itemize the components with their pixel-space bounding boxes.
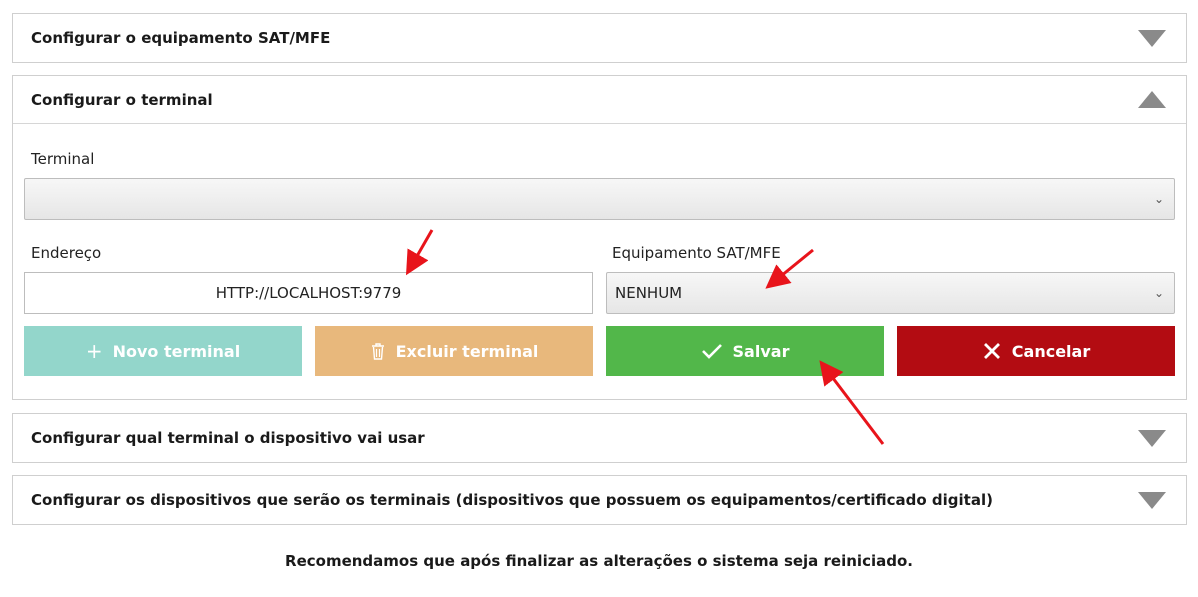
collapse-arrow-icon[interactable] bbox=[1138, 91, 1166, 108]
address-label: Endereço bbox=[31, 244, 102, 262]
delete-terminal-button[interactable]: Excluir terminal bbox=[315, 326, 593, 376]
cancel-label: Cancelar bbox=[1011, 341, 1091, 361]
panel-sat-config-title: Configurar o equipamento SAT/MFE bbox=[31, 29, 331, 47]
save-button[interactable]: Salvar bbox=[606, 326, 884, 376]
chevron-down-icon: ⌄ bbox=[1153, 286, 1164, 300]
close-icon bbox=[983, 343, 1000, 359]
cancel-button[interactable]: Cancelar bbox=[897, 326, 1175, 376]
equipment-select-value: NENHUM bbox=[615, 284, 683, 302]
expand-arrow-icon[interactable] bbox=[1138, 491, 1166, 509]
trash-icon bbox=[371, 343, 384, 360]
panel-terminal-config-title: Configurar o terminal bbox=[31, 90, 213, 109]
panel-devices-title: Configurar os dispositivos que serão os … bbox=[31, 491, 993, 509]
panel-devices: Configurar os dispositivos que serão os … bbox=[12, 475, 1187, 525]
equipment-select[interactable]: NENHUM ⌄ bbox=[606, 272, 1175, 314]
panel-device-terminal-title: Configurar qual terminal o dispositivo v… bbox=[31, 429, 425, 447]
restart-recommendation: Recomendamos que após finalizar as alter… bbox=[285, 552, 913, 570]
panel-terminal-config: Configurar o terminal Terminal ⌄ Endereç… bbox=[12, 75, 1187, 400]
panel-device-terminal: Configurar qual terminal o dispositivo v… bbox=[12, 413, 1187, 463]
delete-terminal-label: Excluir terminal bbox=[395, 341, 539, 361]
panel-sat-config-header[interactable]: Configurar o equipamento SAT/MFE bbox=[13, 14, 1186, 62]
panel-terminal-config-header[interactable]: Configurar o terminal bbox=[13, 76, 1186, 124]
terminal-label: Terminal bbox=[31, 150, 95, 168]
expand-arrow-icon[interactable] bbox=[1138, 29, 1166, 47]
chevron-down-icon: ⌄ bbox=[1153, 192, 1164, 206]
equipment-label: Equipamento SAT/MFE bbox=[612, 244, 781, 262]
panel-device-terminal-header[interactable]: Configurar qual terminal o dispositivo v… bbox=[13, 414, 1186, 462]
panel-devices-header[interactable]: Configurar os dispositivos que serão os … bbox=[13, 476, 1186, 524]
panel-sat-config: Configurar o equipamento SAT/MFE bbox=[12, 13, 1187, 63]
plus-icon: + bbox=[85, 339, 103, 363]
address-input[interactable]: HTTP://LOCALHOST:9779 bbox=[24, 272, 593, 314]
terminal-select[interactable]: ⌄ bbox=[24, 178, 1175, 220]
checkmark-icon bbox=[701, 344, 722, 359]
new-terminal-label: Novo terminal bbox=[112, 341, 241, 361]
address-input-value: HTTP://LOCALHOST:9779 bbox=[215, 284, 402, 302]
expand-arrow-icon[interactable] bbox=[1138, 429, 1166, 447]
new-terminal-button[interactable]: + Novo terminal bbox=[24, 326, 302, 376]
save-label: Salvar bbox=[732, 341, 790, 361]
